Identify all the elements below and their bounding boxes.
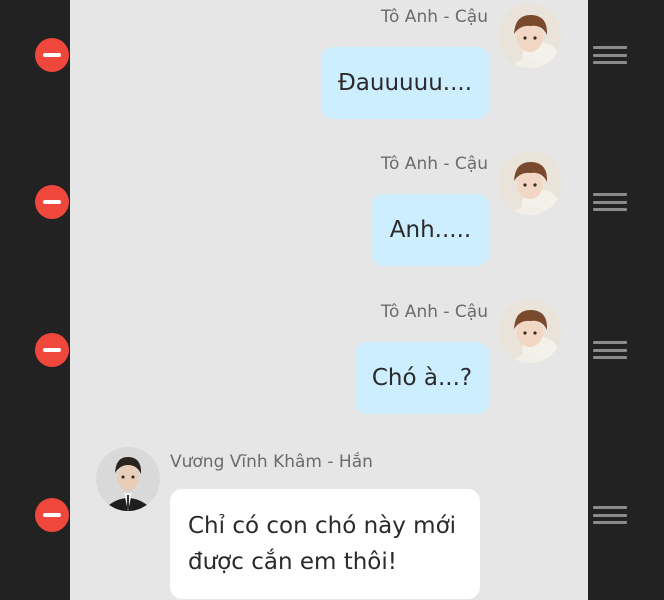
sender-name: Vương Vĩnh Khâm - Hắn xyxy=(170,452,373,472)
minus-icon xyxy=(43,53,61,57)
avatar xyxy=(498,151,562,215)
minus-icon xyxy=(43,348,61,352)
message-row: Vương Vĩnh Khâm - Hắn Chỉ có con chó này… xyxy=(0,445,664,600)
drag-handle-icon[interactable] xyxy=(593,339,627,361)
message-bubble: Chỉ có con chó này mới được cắn em thôi! xyxy=(170,489,480,599)
message-bubble: Chó à...? xyxy=(355,342,489,414)
delete-message-button[interactable] xyxy=(35,38,69,72)
message-row: Tô Anh - Cậu Anh..... xyxy=(0,147,664,287)
delete-message-button[interactable] xyxy=(35,498,69,532)
message-bubble: Đauuuuu.... xyxy=(321,47,489,119)
sender-name: Tô Anh - Cậu xyxy=(380,302,488,322)
delete-message-button[interactable] xyxy=(35,185,69,219)
minus-icon xyxy=(43,513,61,517)
sender-name: Tô Anh - Cậu xyxy=(380,154,488,174)
avatar xyxy=(498,299,562,363)
message-row: Tô Anh - Cậu Chó à...? xyxy=(0,295,664,435)
delete-message-button[interactable] xyxy=(35,333,69,367)
message-row: Tô Anh - Cậu Đauuuuu.... xyxy=(0,0,664,140)
drag-handle-icon[interactable] xyxy=(593,504,627,526)
drag-handle-icon[interactable] xyxy=(593,191,627,213)
avatar xyxy=(498,4,562,68)
minus-icon xyxy=(43,200,61,204)
message-bubble: Anh..... xyxy=(372,194,489,266)
drag-handle-icon[interactable] xyxy=(593,44,627,66)
avatar xyxy=(96,447,160,511)
sender-name: Tô Anh - Cậu xyxy=(380,7,488,27)
